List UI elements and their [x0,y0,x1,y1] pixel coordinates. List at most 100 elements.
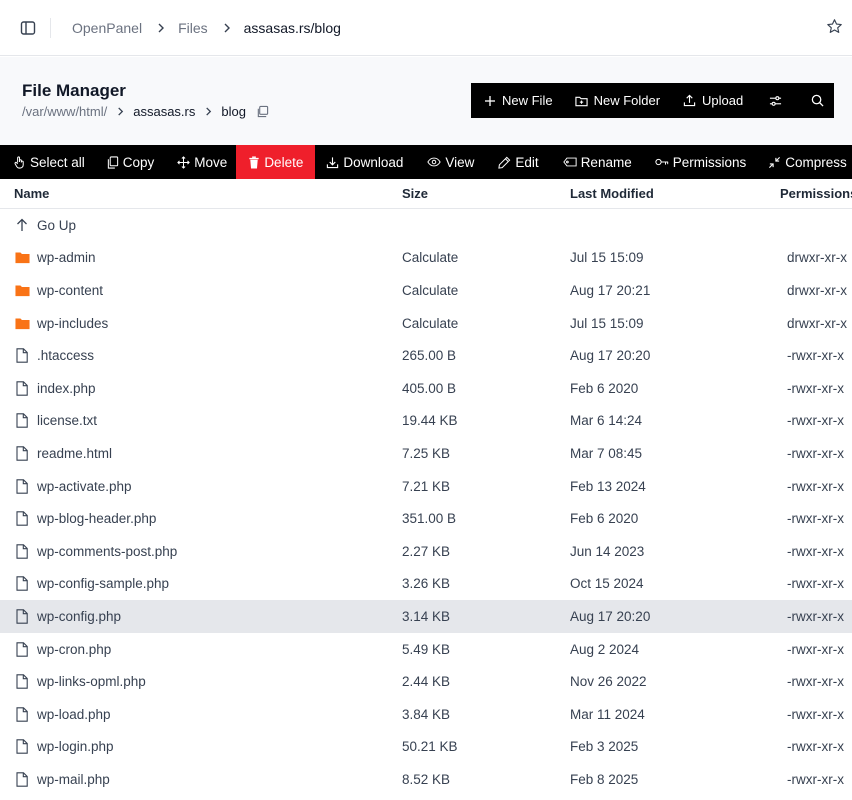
file-permissions[interactable]: -rwxr-xr-x [787,502,844,535]
path-segment-blog[interactable]: blog [221,104,246,119]
compress-button[interactable]: Compress [755,145,852,179]
file-name[interactable]: wp-includes [37,316,108,331]
file-name[interactable]: wp-links-opml.php [37,674,146,689]
file-permissions[interactable]: -rwxr-xr-x [787,665,844,698]
file-name[interactable]: readme.html [37,446,112,461]
file-name[interactable]: wp-activate.php [37,479,132,494]
filter-settings-button[interactable] [769,83,788,118]
folder-row[interactable]: wp-admin Calculate Jul 15 15:09 drwxr-xr-x [0,242,852,275]
new-folder-button[interactable]: New Folder [574,83,661,118]
file-name[interactable]: license.txt [37,413,97,428]
file-permissions[interactable]: -rwxr-xr-x [787,372,844,405]
column-header-name[interactable]: Name [14,179,49,209]
file-size: 405.00 B [402,380,457,396]
file-row[interactable]: .htaccess 265.00 B Aug 17 20:20 -rwxr-xr-x [0,339,852,372]
file-permissions[interactable]: -rwxr-xr-x [787,633,844,666]
file-name[interactable]: wp-blog-header.php [37,511,156,526]
delete-label: Delete [264,154,304,170]
file-name[interactable]: wp-login.php [37,739,114,754]
folder-plus-icon [574,96,588,106]
file-permissions[interactable]: -rwxr-xr-x [787,405,844,438]
sidebar-toggle-icon[interactable] [16,16,40,40]
file-row[interactable]: wp-load.php 3.84 KB Mar 11 2024 -rwxr-xr-x [0,698,852,731]
view-button[interactable]: View [412,145,483,179]
new-file-button[interactable]: New File [484,83,553,118]
file-row[interactable]: index.php 405.00 B Feb 6 2020 -rwxr-xr-x [0,372,852,405]
delete-button[interactable]: Delete [236,145,316,179]
permissions-button[interactable]: Permissions [641,145,756,179]
file-modified: Jul 15 15:09 [570,315,644,331]
file-row[interactable]: readme.html 7.25 KB Mar 7 08:45 -rwxr-xr-x [0,437,852,470]
file-row[interactable]: wp-blog-header.php 351.00 B Feb 6 2020 -rwx… [0,502,852,535]
file-permissions[interactable]: drwxr-xr-x [787,274,847,307]
file-row[interactable]: license.txt 19.44 KB Mar 6 14:24 -rwxr-xr-x [0,405,852,438]
go-up-row[interactable]: Go Up [0,209,852,242]
file-permissions[interactable]: -rwxr-xr-x [787,535,844,568]
file-size[interactable]: Calculate [402,274,458,307]
file-permissions[interactable]: -rwxr-xr-x [787,568,844,601]
file-row[interactable]: wp-mail.php 8.52 KB Feb 8 2025 -rwxr-xr-x [0,763,852,796]
edit-label: Edit [515,154,539,170]
file-permissions[interactable]: -rwxr-xr-x [787,437,844,470]
go-up-label: Go Up [37,217,77,233]
divider [50,18,51,38]
file-size[interactable]: Calculate [402,307,458,340]
file-size: 2.44 KB [402,674,451,690]
file-name[interactable]: wp-config.php [37,609,121,624]
file-modified: Jun 14 2023 [570,543,645,559]
rename-button[interactable]: Rename [548,145,641,179]
search-button[interactable] [811,83,830,118]
file-permissions[interactable]: -rwxr-xr-x [787,600,844,633]
file-name[interactable]: wp-comments-post.php [37,544,177,559]
file-permissions[interactable]: -rwxr-xr-x [787,339,844,372]
copy-path-icon[interactable] [256,105,269,118]
column-header-permissions[interactable]: Permissions [780,179,852,209]
copy-button[interactable]: Copy [94,145,164,179]
file-row[interactable]: wp-config.php 3.14 KB Aug 17 20:20 -rwxr-xr… [0,600,852,633]
file-permissions[interactable]: -rwxr-xr-x [787,763,844,796]
column-header-size[interactable]: Size [402,179,428,209]
move-button[interactable]: Move [163,145,236,179]
file-name[interactable]: wp-mail.php [37,772,110,787]
file-permissions[interactable]: drwxr-xr-x [787,307,847,340]
edit-button[interactable]: Edit [483,145,547,179]
file-permissions[interactable]: drwxr-xr-x [787,242,847,275]
new-folder-label: New Folder [593,93,661,108]
file-name[interactable]: wp-load.php [37,707,111,722]
file-row[interactable]: wp-links-opml.php 2.44 KB Nov 26 2022 -rwxr… [0,665,852,698]
file-row[interactable]: wp-activate.php 7.21 KB Feb 13 2024 -rwxr-x… [0,470,852,503]
file-size[interactable]: Calculate [402,242,458,275]
file-icon [14,413,30,429]
download-button[interactable]: Download [315,145,412,179]
file-name[interactable]: wp-config-sample.php [37,576,169,591]
file-modified: Feb 3 2025 [570,739,639,755]
file-row[interactable]: wp-cron.php 5.49 KB Aug 2 2024 -rwxr-xr-x [0,633,852,666]
file-row[interactable]: wp-login.php 50.21 KB Feb 3 2025 -rwxr-xr-x [0,731,852,764]
file-permissions[interactable]: -rwxr-xr-x [787,698,844,731]
breadcrumb-openpanel[interactable]: OpenPanel [72,20,142,36]
file-name[interactable]: wp-admin [37,250,96,265]
folder-row[interactable]: wp-includes Calculate Jul 15 15:09 drwxr-xr… [0,307,852,340]
file-name[interactable]: .htaccess [37,348,94,363]
chevron-right-icon [204,107,213,116]
file-name[interactable]: index.php [37,381,96,396]
file-permissions[interactable]: -rwxr-xr-x [787,470,844,503]
star-icon[interactable] [823,15,845,37]
breadcrumb-files[interactable]: Files [178,20,208,36]
file-row[interactable]: wp-comments-post.php 2.27 KB Jun 14 2023 -r… [0,535,852,568]
file-modified: Jul 15 15:09 [570,250,644,266]
file-name[interactable]: wp-cron.php [37,642,111,657]
file-size: 3.14 KB [402,608,451,624]
column-header-last-modified[interactable]: Last Modified [570,179,654,209]
file-permissions[interactable]: -rwxr-xr-x [787,731,844,764]
folder-row[interactable]: wp-content Calculate Aug 17 20:21 drwxr-xr-… [0,274,852,307]
file-name[interactable]: wp-content [37,283,103,298]
path-root[interactable]: /var/www/html/ [22,104,107,119]
select-all-button[interactable]: Select all [0,145,94,179]
upload-button[interactable]: Upload [683,83,743,118]
path-segment-domain[interactable]: assasas.rs [133,104,195,119]
selection-toolbar: Select all Copy Move Delete Download Vie… [0,145,852,179]
file-icon [14,674,30,690]
permissions-label: Permissions [672,154,747,170]
file-row[interactable]: wp-config-sample.php 3.26 KB Oct 15 2024 -r… [0,568,852,601]
